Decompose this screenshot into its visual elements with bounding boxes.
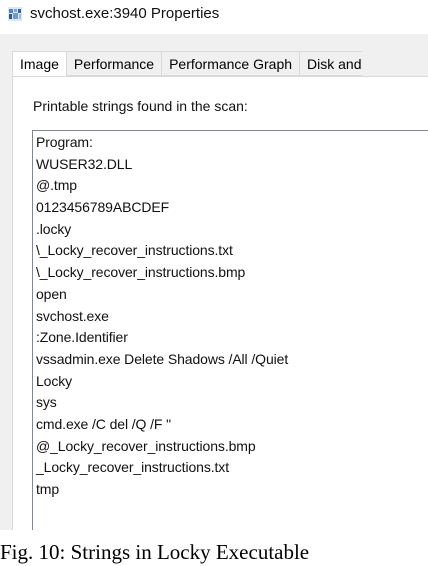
string-item[interactable]: @_Locky_recover_instructions.bmp: [33, 436, 428, 458]
string-item[interactable]: @.tmp: [33, 175, 428, 197]
string-item[interactable]: svchost.exe: [33, 306, 428, 328]
image-tab-panel: Printable strings found in the scan: Pro…: [12, 76, 428, 530]
string-item[interactable]: cmd.exe /C del /Q /F ": [33, 414, 428, 436]
string-item[interactable]: 0123456789ABCDEF: [33, 197, 428, 219]
string-item[interactable]: Program:: [33, 132, 428, 154]
string-item[interactable]: _Locky_recover_instructions.txt: [33, 457, 428, 479]
properties-tabs: Image Performance Performance Graph Disk…: [12, 51, 428, 77]
window-title: svchost.exe:3940 Properties: [30, 5, 220, 22]
string-item[interactable]: :Zone.Identifier: [33, 327, 428, 349]
process-properties-window: svchost.exe:3940 Properties Image Perfor…: [0, 0, 428, 530]
title-bar[interactable]: svchost.exe:3940 Properties: [0, 0, 428, 34]
tab-disk-and-network[interactable]: Disk and: [299, 51, 362, 76]
string-item[interactable]: Locky: [33, 371, 428, 393]
tab-image[interactable]: Image: [12, 51, 66, 77]
string-item[interactable]: \_Locky_recover_instructions.bmp: [33, 262, 428, 284]
string-item[interactable]: tmp: [33, 479, 428, 501]
string-item[interactable]: \_Locky_recover_instructions.txt: [33, 240, 428, 262]
string-item[interactable]: sys: [33, 392, 428, 414]
dialog-body: Image Performance Performance Graph Disk…: [0, 34, 428, 530]
tab-performance[interactable]: Performance: [65, 51, 162, 76]
strings-label: Printable strings found in the scan:: [33, 98, 248, 114]
figure-caption: Fig. 10: Strings in Locky Executable: [0, 540, 310, 564]
string-item[interactable]: .locky: [33, 219, 428, 241]
strings-list[interactable]: Program: WUSER32.DLL @.tmp 0123456789ABC…: [32, 130, 428, 530]
string-item[interactable]: WUSER32.DLL: [33, 154, 428, 176]
string-item[interactable]: open: [33, 284, 428, 306]
application-icon: [8, 7, 22, 21]
string-item[interactable]: vssadmin.exe Delete Shadows /All /Quiet: [33, 349, 428, 371]
tab-performance-graph[interactable]: Performance Graph: [161, 51, 300, 76]
